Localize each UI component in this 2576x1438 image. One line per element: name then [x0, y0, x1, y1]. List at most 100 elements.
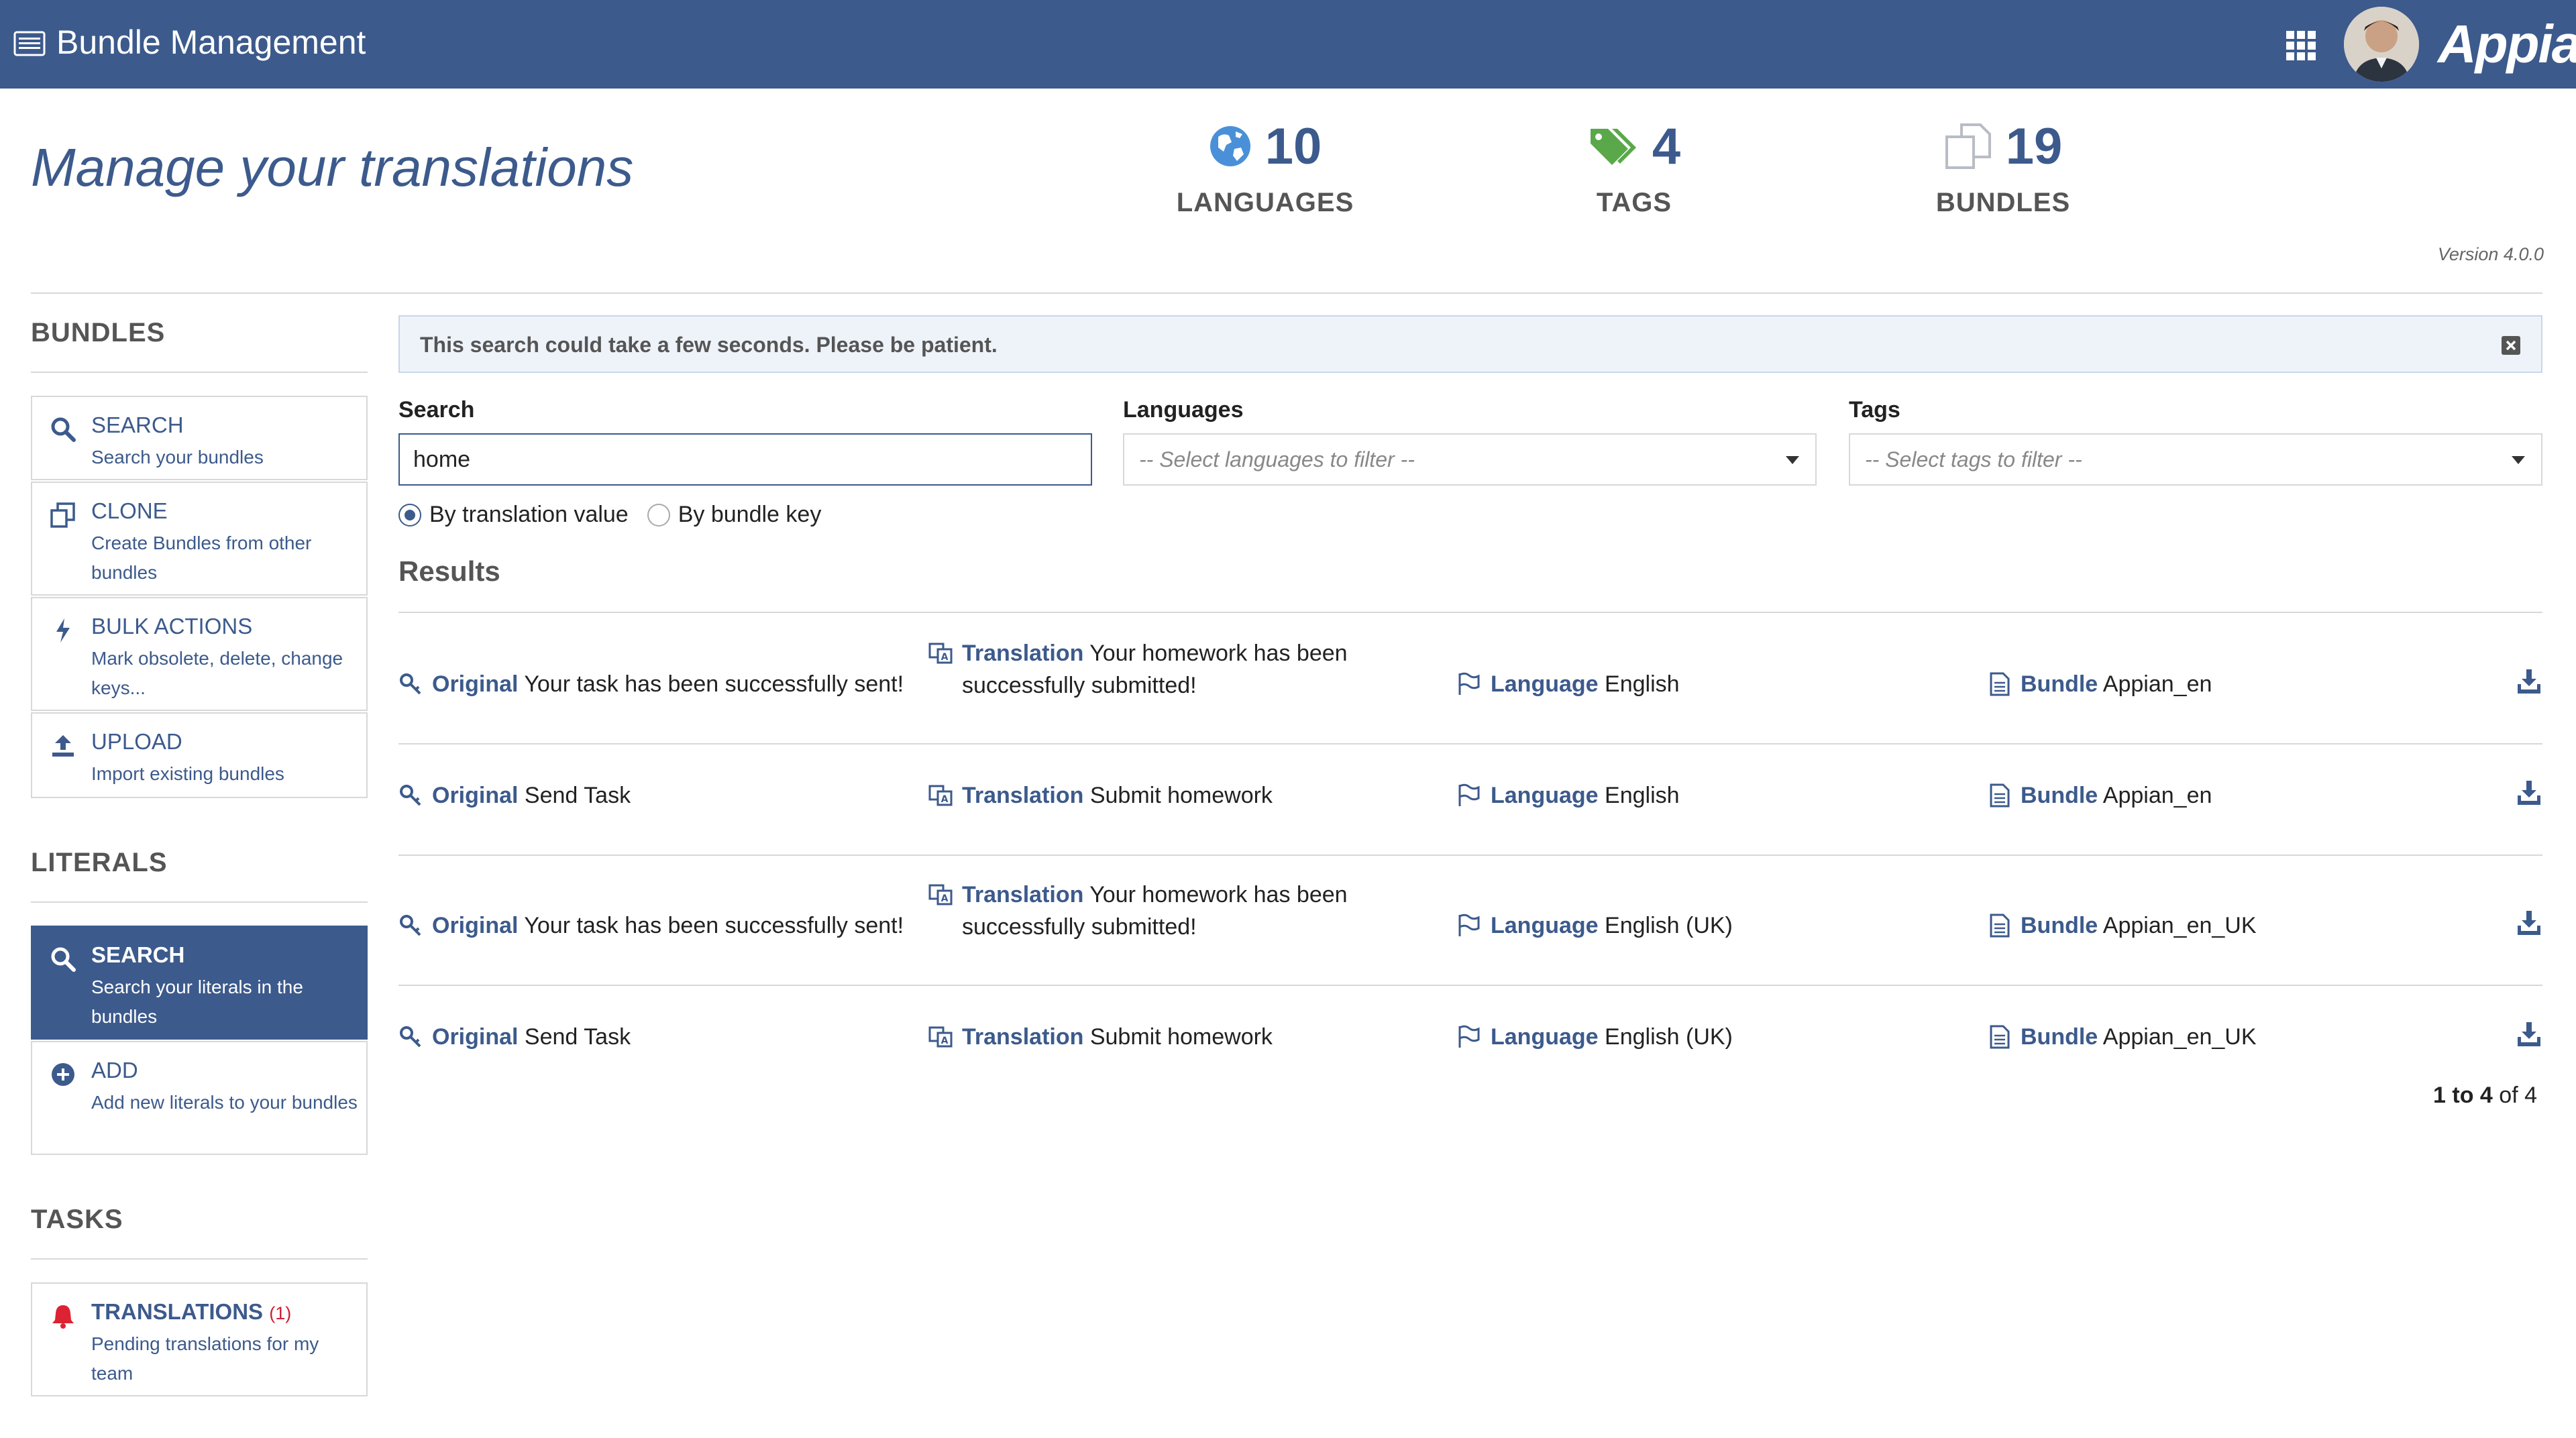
sidebar-item-literal-add[interactable]: ADD Add new literals to your bundles	[31, 1041, 368, 1155]
language-value: English (UK)	[1605, 1024, 1733, 1050]
radio-by-bundle-key[interactable]: By bundle key	[647, 502, 822, 528]
flag-icon	[1457, 672, 1481, 696]
languages-placeholder: -- Select languages to filter --	[1139, 447, 1415, 472]
result-bundle: Bundle Appian_en	[1987, 668, 2212, 700]
pagination-total: of 4	[2499, 1083, 2537, 1108]
original-value: Send Task	[524, 1024, 631, 1050]
result-language: Language English	[1457, 668, 1680, 700]
field-key: Language	[1491, 783, 1599, 808]
sidebar-item-title: CLONE	[91, 498, 168, 523]
sidebar-item-upload[interactable]: UPLOAD Import existing bundles	[31, 712, 368, 798]
flag-icon	[1457, 1025, 1481, 1049]
field-key: Bundle	[2021, 1024, 2098, 1050]
result-translation: Translation Your homework has been succe…	[928, 637, 1398, 702]
result-bundle: Bundle Appian_en_UK	[1987, 909, 2257, 942]
result-original: Original Send Task	[398, 1021, 631, 1053]
stat-bundles-value: 19	[2005, 117, 2063, 175]
languages-select[interactable]: -- Select languages to filter --	[1123, 433, 1817, 486]
sidebar-item-translations[interactable]: TRANSLATIONS (1) Pending translations fo…	[31, 1282, 368, 1396]
translations-label: TRANSLATIONS	[91, 1299, 264, 1324]
result-original: Original Your task has been successfully…	[398, 909, 904, 942]
divider	[31, 901, 368, 903]
stat-bundles-label: BUNDLES	[1935, 188, 2071, 217]
apps-grid-icon[interactable]	[2285, 30, 2317, 62]
language-value: English (UK)	[1605, 913, 1733, 938]
sidebar-item-literal-search[interactable]: SEARCH Search your literals in the bundl…	[31, 926, 368, 1040]
sidebar-item-bulk-actions[interactable]: BULK ACTIONS Mark obsolete, delete, chan…	[31, 597, 368, 711]
pending-count-badge: (1)	[269, 1303, 292, 1323]
result-language: Language English	[1457, 779, 1680, 812]
page-title: Manage your translations	[31, 137, 634, 197]
sidebar-item-title: SEARCH	[91, 942, 185, 967]
pagination-range: 1 to 4	[2433, 1083, 2493, 1108]
field-key: Translation	[962, 641, 1084, 666]
sidebar-item-desc: Pending translations for my team	[91, 1333, 319, 1384]
bundles-heading: BUNDLES	[31, 318, 166, 347]
radio-unselected-icon	[647, 503, 670, 527]
field-key: Language	[1491, 913, 1599, 938]
stat-languages: 10 LANGUAGES	[1165, 113, 1366, 218]
search-mode-radio-group: By translation value By bundle key	[398, 502, 821, 528]
sidebar-item-title: ADD	[91, 1058, 138, 1083]
copy-icon	[1945, 123, 1991, 169]
search-icon	[51, 947, 76, 972]
field-key: Original	[432, 783, 519, 808]
download-icon[interactable]	[2516, 668, 2542, 695]
chevron-down-icon	[1786, 456, 1799, 464]
sidebar-item-desc: Add new literals to your bundles	[91, 1092, 358, 1113]
original-value: Your task has been successfully sent!	[524, 913, 904, 938]
search-icon	[51, 417, 76, 442]
translation-value: Submit homework	[1089, 1024, 1273, 1050]
avatar[interactable]	[2344, 7, 2419, 82]
stat-bundles: 19 BUNDLES	[1902, 113, 2104, 218]
document-icon	[1987, 914, 2011, 938]
bundle-value: Appian_en_UK	[2102, 913, 2257, 938]
flag-icon	[1457, 914, 1481, 938]
key-icon	[398, 783, 423, 808]
key-icon	[398, 1025, 423, 1049]
radio-by-translation-value[interactable]: By translation value	[398, 502, 629, 528]
divider	[31, 1258, 368, 1260]
translate-icon	[928, 783, 953, 808]
divider	[31, 372, 368, 373]
download-icon[interactable]	[2516, 909, 2542, 936]
bundle-value: Appian_en	[2102, 783, 2212, 808]
search-input[interactable]: home	[398, 433, 1092, 486]
document-icon	[1987, 783, 2011, 808]
radio-label: By translation value	[429, 502, 629, 527]
field-key: Translation	[962, 783, 1084, 808]
key-icon	[398, 914, 423, 938]
bell-icon	[52, 1305, 74, 1329]
document-icon	[1987, 1025, 2011, 1049]
divider	[31, 292, 2542, 294]
sidebar-item-desc: Import existing bundles	[91, 763, 284, 784]
field-key: Original	[432, 913, 519, 938]
results-title: Results	[398, 555, 500, 587]
translate-icon	[928, 883, 953, 907]
top-bar: Bundle Management Appian	[0, 0, 2576, 89]
divider	[398, 743, 2542, 744]
stat-languages-label: LANGUAGES	[1176, 188, 1354, 217]
sidebar-item-bundle-search[interactable]: SEARCH Search your bundles	[31, 396, 368, 480]
translation-value: Submit homework	[1089, 783, 1273, 808]
tasks-heading: TASKS	[31, 1205, 123, 1234]
key-icon	[398, 672, 423, 696]
translate-icon	[928, 1025, 953, 1049]
radio-label: By bundle key	[678, 502, 822, 527]
sidebar-item-bundle-clone[interactable]: CLONE Create Bundles from other bundles	[31, 482, 368, 596]
tags-label: Tags	[1849, 397, 1900, 423]
language-value: English	[1605, 671, 1680, 697]
languages-label: Languages	[1123, 397, 1244, 423]
result-language: Language English (UK)	[1457, 909, 1733, 942]
translate-icon	[928, 641, 953, 665]
original-value: Send Task	[524, 783, 631, 808]
close-icon[interactable]	[2501, 335, 2521, 355]
field-key: Bundle	[2021, 671, 2098, 697]
result-bundle: Bundle Appian_en	[1987, 779, 2212, 812]
tags-select[interactable]: -- Select tags to filter --	[1849, 433, 2542, 486]
sidebar-item-title: SEARCH	[91, 412, 184, 437]
download-icon[interactable]	[2516, 1021, 2542, 1048]
field-key: Language	[1491, 1024, 1599, 1050]
download-icon[interactable]	[2516, 779, 2542, 806]
original-value: Your task has been successfully sent!	[524, 671, 904, 697]
